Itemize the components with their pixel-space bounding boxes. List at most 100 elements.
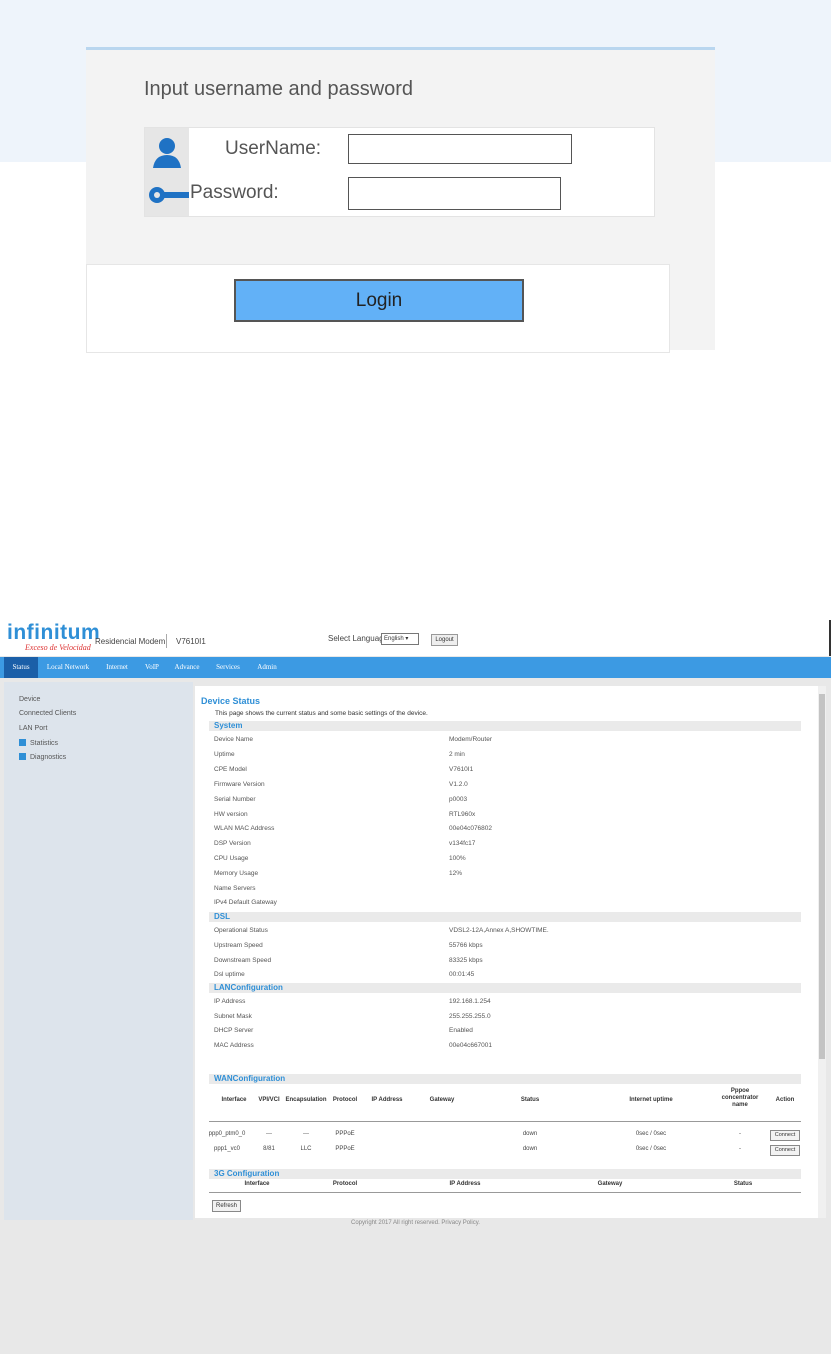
row-value: V1.2.0: [449, 781, 468, 788]
username-label: UserName:: [225, 138, 322, 159]
nav-services[interactable]: Services: [208, 657, 248, 678]
wan-col-encapsulation: Encapsulation: [285, 1097, 327, 1103]
nav-advance[interactable]: Advance: [168, 657, 206, 678]
row-value: 00:01:45: [449, 971, 475, 978]
product-name: Residencial Modem: [95, 637, 166, 646]
row-value: 55766 kbps: [449, 942, 483, 949]
row-label: CPU Usage: [214, 855, 249, 862]
wan-cell-protocol: PPPoE: [335, 1131, 355, 1137]
row-value: Modem/Router: [449, 736, 492, 743]
password-input[interactable]: [348, 177, 561, 210]
wan-cell-status: down: [522, 1146, 538, 1152]
folder-icon: [19, 753, 26, 760]
nav-admin[interactable]: Admin: [250, 657, 284, 678]
icon-column: [145, 128, 189, 216]
row-value: 00e04c076802: [449, 825, 493, 832]
wan-cell-encapsulation: ---: [303, 1131, 309, 1137]
g3-table-divider: [209, 1192, 801, 1193]
wan-cell-interface: ppp0_ptm0_0: [208, 1131, 246, 1137]
row-value: 255.255.255.0: [449, 1013, 491, 1020]
login-button[interactable]: Login: [234, 279, 524, 322]
g3-col-ip-address: IP Address: [449, 1181, 481, 1187]
wan-cell-encapsulation: LLC: [300, 1146, 312, 1152]
wan-col-action: Action: [775, 1097, 795, 1103]
connect-button[interactable]: Connect: [770, 1145, 800, 1156]
login-title: Input username and password: [144, 78, 414, 100]
wan-cell-vpi-vci: 8/81: [263, 1146, 275, 1152]
nav-internet[interactable]: Internet: [98, 657, 136, 678]
credentials-box: UserName: Password:: [144, 127, 655, 217]
wan-cell-interface: ppp1_vc0: [213, 1146, 241, 1152]
row-value: v134fc17: [449, 840, 476, 847]
username-input[interactable]: [348, 134, 572, 164]
section-lan-configuration: LANConfiguration: [209, 983, 801, 993]
nav-local-network[interactable]: Local Network: [40, 657, 96, 678]
sidebar-item-label: Diagnostics: [30, 754, 67, 761]
login-button-area: Login: [86, 264, 670, 353]
sidebar-item-diagnostics[interactable]: Diagnostics: [19, 753, 66, 761]
wan-col-status: Status: [520, 1097, 540, 1103]
row-label: Name Servers: [214, 885, 256, 892]
vertical-scrollbar[interactable]: [818, 686, 826, 1218]
connect-button[interactable]: Connect: [770, 1130, 800, 1141]
refresh-button[interactable]: Refresh: [212, 1200, 241, 1212]
row-label: CPE Model: [214, 766, 247, 773]
model-name: V7610I1: [176, 637, 206, 646]
row-label: Memory Usage: [214, 870, 259, 877]
user-icon: [153, 138, 181, 168]
section-wan-configuration: WANConfiguration: [209, 1074, 801, 1084]
infinitum-logo: infinitum Exceso de Velocidad: [7, 622, 100, 652]
section-system: System: [209, 721, 801, 731]
row-value: 2 min: [449, 751, 465, 758]
page-title: Device Status: [201, 696, 261, 706]
section-dsl: DSL: [209, 912, 801, 922]
row-label: Dsl uptime: [214, 971, 245, 978]
wan-col-interface: Interface: [221, 1097, 247, 1103]
row-label: DHCP Server: [214, 1027, 254, 1034]
logo-tagline: Exceso de Velocidad: [25, 643, 91, 652]
logout-button[interactable]: Logout: [431, 634, 458, 646]
row-label: WLAN MAC Address: [214, 825, 275, 832]
wan-cell-pppoe: -: [739, 1146, 741, 1152]
sidebar-item-statistics[interactable]: Statistics: [19, 739, 58, 747]
login-card: Input username and password UserName: Pa…: [86, 47, 715, 353]
language-select[interactable]: English ▾: [381, 633, 419, 645]
row-label: Uptime: [214, 751, 235, 758]
folder-icon: [19, 739, 26, 746]
page-description: This page shows the current status and s…: [215, 710, 428, 717]
wan-cell-protocol: PPPoE: [335, 1146, 355, 1152]
wan-col-internet-uptime: Internet uptime: [629, 1097, 673, 1103]
wan-col-protocol: Protocol: [332, 1097, 358, 1103]
row-label: Operational Status: [214, 927, 268, 934]
row-label: HW version: [214, 811, 248, 818]
sidebar: Device Connected Clients LAN Port Statis…: [4, 682, 193, 1220]
g3-col-status: Status: [733, 1181, 753, 1187]
sidebar-item-connected-clients[interactable]: Connected Clients: [19, 710, 76, 717]
wan-col-pppoe-concentrator: Pppoe concentrator name: [721, 1088, 759, 1108]
row-value: p0003: [449, 796, 468, 803]
chevron-down-icon: ▾: [405, 636, 409, 642]
g3-col-gateway: Gateway: [597, 1181, 623, 1187]
sidebar-item-lan-port[interactable]: LAN Port: [19, 725, 47, 732]
row-value: 100%: [449, 855, 466, 862]
wan-cell-uptime: 0sec / 0sec: [635, 1146, 667, 1152]
row-value: 83325 kbps: [449, 957, 483, 964]
nav-voip[interactable]: VoIP: [138, 657, 166, 678]
row-value: VDSL2-12A,Annex A,SHOWTIME.: [449, 927, 549, 934]
row-label: DSP Version: [214, 840, 251, 847]
wan-col-ip-address: IP Address: [371, 1097, 403, 1103]
wan-col-gateway: Gateway: [429, 1097, 455, 1103]
wan-cell-vpi-vci: ---: [266, 1131, 272, 1137]
logo-text: infinitum: [7, 621, 101, 644]
row-value: V7610I1: [449, 766, 474, 773]
row-label: Subnet Mask: [214, 1013, 252, 1020]
row-value: 192.168.1.254: [449, 998, 491, 1005]
g3-col-interface: Interface: [244, 1181, 270, 1187]
row-value: Enabled: [449, 1027, 473, 1034]
footer-copyright: Copyright 2017 All right reserved. Priva…: [351, 1220, 480, 1226]
scrollbar-thumb[interactable]: [819, 694, 825, 1059]
nav-status[interactable]: Status: [4, 657, 38, 678]
sidebar-item-device[interactable]: Device: [19, 696, 40, 703]
password-label: Password:: [190, 182, 279, 203]
row-label: Serial Number: [214, 796, 256, 803]
